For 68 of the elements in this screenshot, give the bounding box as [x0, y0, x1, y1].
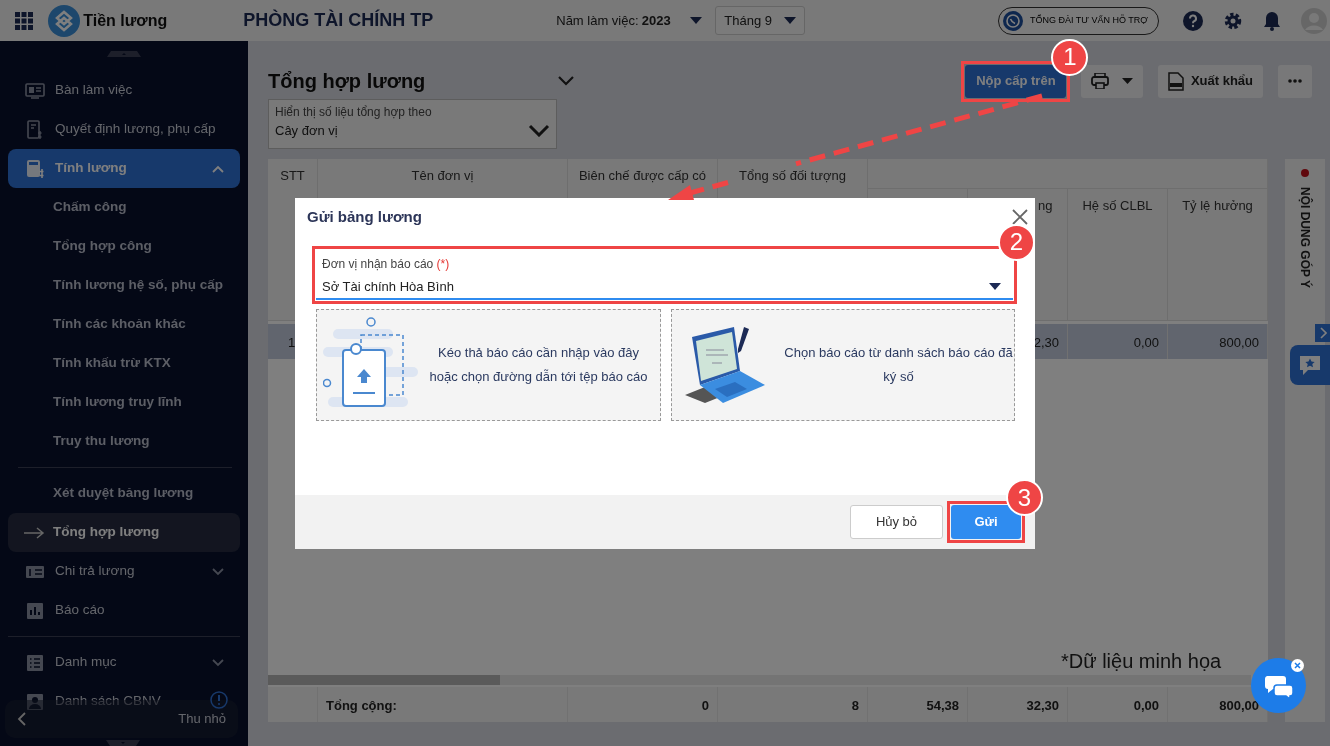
illustration-note: *Dữ liệu minh họa	[1061, 650, 1222, 673]
app-name: Tiền lương	[83, 10, 169, 31]
sidebar-subitem[interactable]: Tính lương truy lĩnh	[8, 383, 240, 422]
feedback-panel-title: NỘI DUNG GÓP Ý	[1297, 187, 1314, 289]
sidebar-item-label: Bàn làm việc	[55, 81, 133, 100]
sidebar-subitem[interactable]: Tổng hợp lương	[8, 513, 240, 552]
sidebar-item[interactable]: Bàn làm việc	[8, 71, 149, 110]
total-label: Tổng cộng:	[318, 687, 568, 722]
year-label: Năm làm việc:	[556, 11, 639, 30]
sidebar-subitem-label: Tổng hợp lương	[53, 523, 160, 542]
sidebar-subitem-label: Tổng hợp công	[53, 237, 152, 256]
sidebar-subitem[interactable]: Xét duyệt bảng lương	[8, 474, 240, 513]
total-cell: 8	[718, 687, 868, 722]
sidebar-item-label: Chi trả lương	[55, 562, 136, 581]
field-label: Đơn vị nhận báo cáo	[322, 255, 434, 273]
sidebar-item-label: Báo cáo	[55, 601, 105, 620]
sidebar-subitem-label: Tính lương hệ số, phụ cấp	[53, 276, 224, 295]
sidebar-item-label: Tính lương	[55, 159, 128, 178]
sidebar-subitem-label: Tính lương truy lĩnh	[53, 393, 182, 412]
sidebar-subitem[interactable]: Tính các khoản khác	[8, 305, 240, 344]
total-cell: 0,00	[1068, 687, 1168, 722]
filter-label: Hiển thị số liệu tổng hợp theo	[275, 104, 433, 121]
sidebar-subitem-label: Xét duyệt bảng lương	[53, 484, 194, 503]
sidebar-subitem-label: Tính các khoản khác	[53, 315, 186, 334]
field-value: Sở Tài chính Hòa Bình	[322, 277, 454, 296]
org-title: PHÒNG TÀI CHÍNH TP	[243, 8, 435, 32]
total-cell: 32,30	[968, 687, 1068, 722]
month-value: Tháng 9	[724, 11, 772, 30]
send-button[interactable]: Gửi	[951, 505, 1021, 539]
collapse-label: Thu nhỏ	[178, 710, 226, 729]
filter-value: Cây đơn vị	[275, 122, 338, 140]
dropdown-field[interactable]: Đơn vị nhận báo cáo (*) Sở Tài chính Hòa Bình	[316, 249, 1013, 300]
total-cell: 54,38	[868, 687, 968, 722]
required-mark: (*)	[436, 255, 450, 273]
sidebar-item[interactable]: Quyết định lương, phụ cấp	[8, 110, 232, 149]
page-title: Tổng hợp lương	[268, 69, 427, 94]
column-header: Tỷ lệ hưởng	[1168, 189, 1268, 321]
table-cell: 800,00	[1168, 324, 1268, 359]
sidebar-item[interactable]: Chi trả lương	[8, 552, 240, 591]
sidebar-item[interactable]: Tính lương	[8, 149, 240, 188]
submit-button[interactable]: Nộp cấp trên	[965, 64, 1067, 98]
sidebar-subitem-label: Chấm công	[53, 198, 127, 217]
step-badge: 2	[998, 223, 1035, 261]
sidebar-subitem-label: Truy thu lương	[53, 432, 150, 451]
drop-zone[interactable]: Kéo thả báo cáo cần nhập vào đây hoặc chọn đường dẫn tới tệp báo cáo	[316, 308, 661, 421]
filter-select[interactable]: Hiển thị số liệu tổng hợp theo Cây đơn vị	[268, 99, 557, 149]
drop-zone[interactable]: Chọn báo cáo từ danh sách báo cáo đã ký số	[671, 308, 1015, 421]
sidebar-item-label: Danh mục	[55, 653, 118, 672]
sidebar-subitem[interactable]: Tính khấu trừ KTX	[8, 344, 240, 383]
year-value: 2023	[641, 11, 671, 30]
sidebar-subitem-label: Tính khấu trừ KTX	[53, 354, 171, 373]
export-button[interactable]: Xuất khẩu	[1158, 64, 1263, 98]
hotline-button[interactable]: TỔNG ĐÀI TƯ VẤN HỖ TRỢ	[998, 6, 1159, 35]
sidebar-subitem[interactable]: Tính lương hệ số, phụ cấp	[8, 266, 240, 305]
table-cell: 0,00	[1068, 324, 1168, 359]
sidebar-subitem[interactable]: Tổng hợp công	[8, 227, 240, 266]
sidebar-subitem[interactable]: Chấm công	[8, 188, 240, 227]
sidebar-item[interactable]: Báo cáo	[8, 591, 121, 630]
sidebar-item-label: Quyết định lương, phụ cấp	[55, 120, 216, 139]
column-header: Hệ số CLBL	[1068, 189, 1168, 321]
sidebar-subitem[interactable]: Truy thu lương	[8, 422, 240, 461]
total-cell: 0	[568, 687, 718, 722]
year-dropdown[interactable]: 2023	[641, 10, 703, 31]
hotline-label: TỔNG ĐÀI TƯ VẤN HỖ TRỢ	[1029, 13, 1148, 27]
month-select[interactable]: Tháng 9	[715, 5, 806, 36]
drop-zone-text: Kéo thả báo cáo cần nhập vào đây hoặc chọn đường dẫn tới tệp báo cáo	[428, 343, 649, 386]
sidebar-item[interactable]: Danh mục	[8, 643, 240, 682]
cancel-button[interactable]: Hủy bỏ	[850, 505, 943, 539]
